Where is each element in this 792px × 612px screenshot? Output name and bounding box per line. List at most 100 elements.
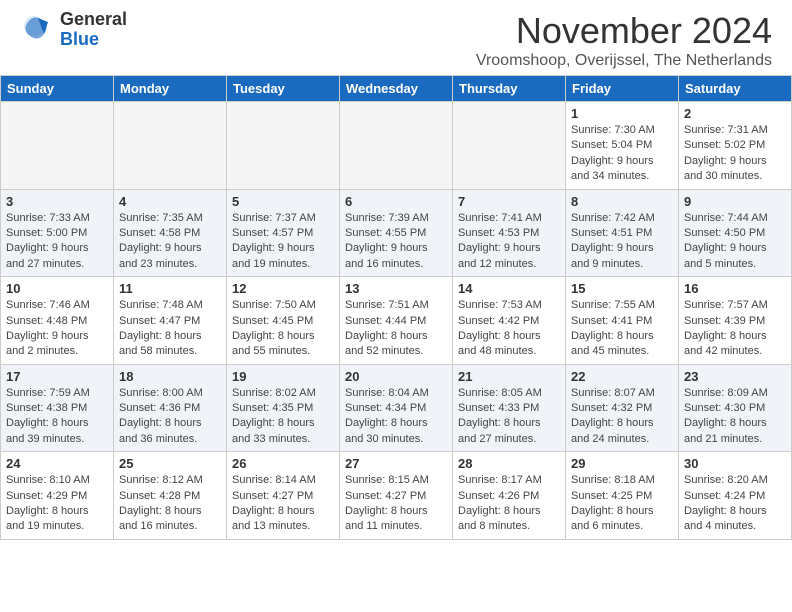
day-info: Sunrise: 7:39 AM Sunset: 4:55 PM Dayligh… <box>345 211 447 273</box>
calendar-cell <box>114 102 227 190</box>
calendar-header-row: SundayMondayTuesdayWednesdayThursdayFrid… <box>1 76 792 102</box>
day-number: 20 <box>345 369 447 384</box>
day-info: Sunrise: 8:15 AM Sunset: 4:27 PM Dayligh… <box>345 473 447 535</box>
calendar-cell: 5Sunrise: 7:37 AM Sunset: 4:57 PM Daylig… <box>227 189 340 277</box>
calendar-cell: 27 Sunrise: 8:15 AM Sunset: 4:27 PM Dayli… <box>340 452 453 540</box>
location: Vroomshoop, Overijssel, The Netherlands <box>476 52 772 70</box>
day-number: 15 <box>571 281 673 296</box>
day-info: Sunrise: 7:53 AM Sunset: 4:42 PM Dayligh… <box>458 298 560 360</box>
day-info: Sunrise: 7:41 AM Sunset: 4:53 PM Dayligh… <box>458 211 560 273</box>
day-info: Sunrise: 7:55 AM Sunset: 4:41 PM Dayligh… <box>571 298 673 360</box>
day-number: 17 <box>6 369 108 384</box>
weekday-header: Wednesday <box>340 76 453 102</box>
calendar-cell: 22Sunrise: 8:07 AM Sunset: 4:32 PM Dayli… <box>566 364 679 452</box>
calendar-week-row: 24 Sunrise: 8:10 AM Sunset: 4:29 PM Dayli… <box>1 452 792 540</box>
day-number: 29 <box>571 456 673 471</box>
day-number: 16 <box>684 281 786 296</box>
day-number: 26 <box>232 456 334 471</box>
logo-icon <box>20 12 56 48</box>
calendar-cell: 18 Sunrise: 8:00 AM Sunset: 4:36 PM Dayli… <box>114 364 227 452</box>
day-info: Sunrise: 7:30 AM Sunset: 5:04 PM Dayligh… <box>571 123 673 185</box>
calendar-cell: 10 Sunrise: 7:46 AM Sunset: 4:48 PM Dayli… <box>1 277 114 365</box>
day-number: 2 <box>684 106 786 121</box>
day-number: 21 <box>458 369 560 384</box>
calendar-cell: 26 Sunrise: 8:14 AM Sunset: 4:27 PM Dayli… <box>227 452 340 540</box>
month-title: November 2024 <box>476 10 772 52</box>
calendar-cell: 19Sunrise: 8:02 AM Sunset: 4:35 PM Dayli… <box>227 364 340 452</box>
day-info: Sunrise: 7:35 AM Sunset: 4:58 PM Dayligh… <box>119 211 221 273</box>
day-number: 3 <box>6 194 108 209</box>
calendar-cell: 29 Sunrise: 8:18 AM Sunset: 4:25 PM Dayli… <box>566 452 679 540</box>
day-info: Sunrise: 7:48 AM Sunset: 4:47 PM Dayligh… <box>119 298 221 360</box>
calendar-cell: 30Sunrise: 8:20 AM Sunset: 4:24 PM Dayli… <box>679 452 792 540</box>
day-number: 27 <box>345 456 447 471</box>
day-info: Sunrise: 7:57 AM Sunset: 4:39 PM Dayligh… <box>684 298 786 360</box>
calendar-cell: 7 Sunrise: 7:41 AM Sunset: 4:53 PM Daylig… <box>453 189 566 277</box>
day-info: Sunrise: 8:04 AM Sunset: 4:34 PM Dayligh… <box>345 386 447 448</box>
day-info: Sunrise: 7:59 AM Sunset: 4:38 PM Dayligh… <box>6 386 108 448</box>
calendar-cell: 21Sunrise: 8:05 AM Sunset: 4:33 PM Dayli… <box>453 364 566 452</box>
calendar-cell: 2 Sunrise: 7:31 AM Sunset: 5:02 PM Daylig… <box>679 102 792 190</box>
day-info: Sunrise: 7:42 AM Sunset: 4:51 PM Dayligh… <box>571 211 673 273</box>
calendar-body: 1 Sunrise: 7:30 AM Sunset: 5:04 PM Daylig… <box>1 102 792 540</box>
day-number: 30 <box>684 456 786 471</box>
calendar-cell: 13 Sunrise: 7:51 AM Sunset: 4:44 PM Dayli… <box>340 277 453 365</box>
calendar: SundayMondayTuesdayWednesdayThursdayFrid… <box>0 75 792 540</box>
calendar-week-row: 3 Sunrise: 7:33 AM Sunset: 5:00 PM Daylig… <box>1 189 792 277</box>
calendar-cell: 16 Sunrise: 7:57 AM Sunset: 4:39 PM Dayli… <box>679 277 792 365</box>
day-info: Sunrise: 8:09 AM Sunset: 4:30 PM Dayligh… <box>684 386 786 448</box>
day-number: 11 <box>119 281 221 296</box>
calendar-cell: 1 Sunrise: 7:30 AM Sunset: 5:04 PM Daylig… <box>566 102 679 190</box>
calendar-cell <box>227 102 340 190</box>
page-header: General Blue November 2024 Vroomshoop, O… <box>0 0 792 75</box>
calendar-cell: 17 Sunrise: 7:59 AM Sunset: 4:38 PM Dayli… <box>1 364 114 452</box>
day-number: 5 <box>232 194 334 209</box>
weekday-header: Sunday <box>1 76 114 102</box>
logo-blue: Blue <box>60 30 127 50</box>
day-number: 24 <box>6 456 108 471</box>
calendar-cell: 3 Sunrise: 7:33 AM Sunset: 5:00 PM Daylig… <box>1 189 114 277</box>
day-info: Sunrise: 7:44 AM Sunset: 4:50 PM Dayligh… <box>684 211 786 273</box>
calendar-cell: 23 Sunrise: 8:09 AM Sunset: 4:30 PM Dayli… <box>679 364 792 452</box>
calendar-week-row: 10 Sunrise: 7:46 AM Sunset: 4:48 PM Dayli… <box>1 277 792 365</box>
day-info: Sunrise: 8:10 AM Sunset: 4:29 PM Dayligh… <box>6 473 108 535</box>
calendar-week-row: 17 Sunrise: 7:59 AM Sunset: 4:38 PM Dayli… <box>1 364 792 452</box>
calendar-cell: 15 Sunrise: 7:55 AM Sunset: 4:41 PM Dayli… <box>566 277 679 365</box>
day-info: Sunrise: 8:14 AM Sunset: 4:27 PM Dayligh… <box>232 473 334 535</box>
day-number: 19 <box>232 369 334 384</box>
day-number: 12 <box>232 281 334 296</box>
weekday-header: Thursday <box>453 76 566 102</box>
calendar-cell: 4 Sunrise: 7:35 AM Sunset: 4:58 PM Daylig… <box>114 189 227 277</box>
day-number: 23 <box>684 369 786 384</box>
day-number: 22 <box>571 369 673 384</box>
logo-general: General <box>60 9 127 29</box>
day-info: Sunrise: 7:51 AM Sunset: 4:44 PM Dayligh… <box>345 298 447 360</box>
day-info: Sunrise: 7:33 AM Sunset: 5:00 PM Dayligh… <box>6 211 108 273</box>
day-info: Sunrise: 8:00 AM Sunset: 4:36 PM Dayligh… <box>119 386 221 448</box>
calendar-cell: 11 Sunrise: 7:48 AM Sunset: 4:47 PM Dayli… <box>114 277 227 365</box>
calendar-cell: 20 Sunrise: 8:04 AM Sunset: 4:34 PM Dayli… <box>340 364 453 452</box>
calendar-cell <box>340 102 453 190</box>
day-info: Sunrise: 7:46 AM Sunset: 4:48 PM Dayligh… <box>6 298 108 360</box>
calendar-cell: 6 Sunrise: 7:39 AM Sunset: 4:55 PM Daylig… <box>340 189 453 277</box>
calendar-cell: 25 Sunrise: 8:12 AM Sunset: 4:28 PM Dayli… <box>114 452 227 540</box>
day-number: 1 <box>571 106 673 121</box>
day-info: Sunrise: 7:31 AM Sunset: 5:02 PM Dayligh… <box>684 123 786 185</box>
day-number: 6 <box>345 194 447 209</box>
day-number: 14 <box>458 281 560 296</box>
day-number: 4 <box>119 194 221 209</box>
day-info: Sunrise: 8:18 AM Sunset: 4:25 PM Dayligh… <box>571 473 673 535</box>
day-number: 25 <box>119 456 221 471</box>
calendar-cell: 8Sunrise: 7:42 AM Sunset: 4:51 PM Daylig… <box>566 189 679 277</box>
calendar-cell: 28 Sunrise: 8:17 AM Sunset: 4:26 PM Dayli… <box>453 452 566 540</box>
calendar-week-row: 1 Sunrise: 7:30 AM Sunset: 5:04 PM Daylig… <box>1 102 792 190</box>
day-info: Sunrise: 8:17 AM Sunset: 4:26 PM Dayligh… <box>458 473 560 535</box>
day-info: Sunrise: 8:12 AM Sunset: 4:28 PM Dayligh… <box>119 473 221 535</box>
day-number: 18 <box>119 369 221 384</box>
day-number: 10 <box>6 281 108 296</box>
calendar-cell <box>1 102 114 190</box>
day-number: 13 <box>345 281 447 296</box>
day-number: 7 <box>458 194 560 209</box>
calendar-cell <box>453 102 566 190</box>
day-number: 28 <box>458 456 560 471</box>
